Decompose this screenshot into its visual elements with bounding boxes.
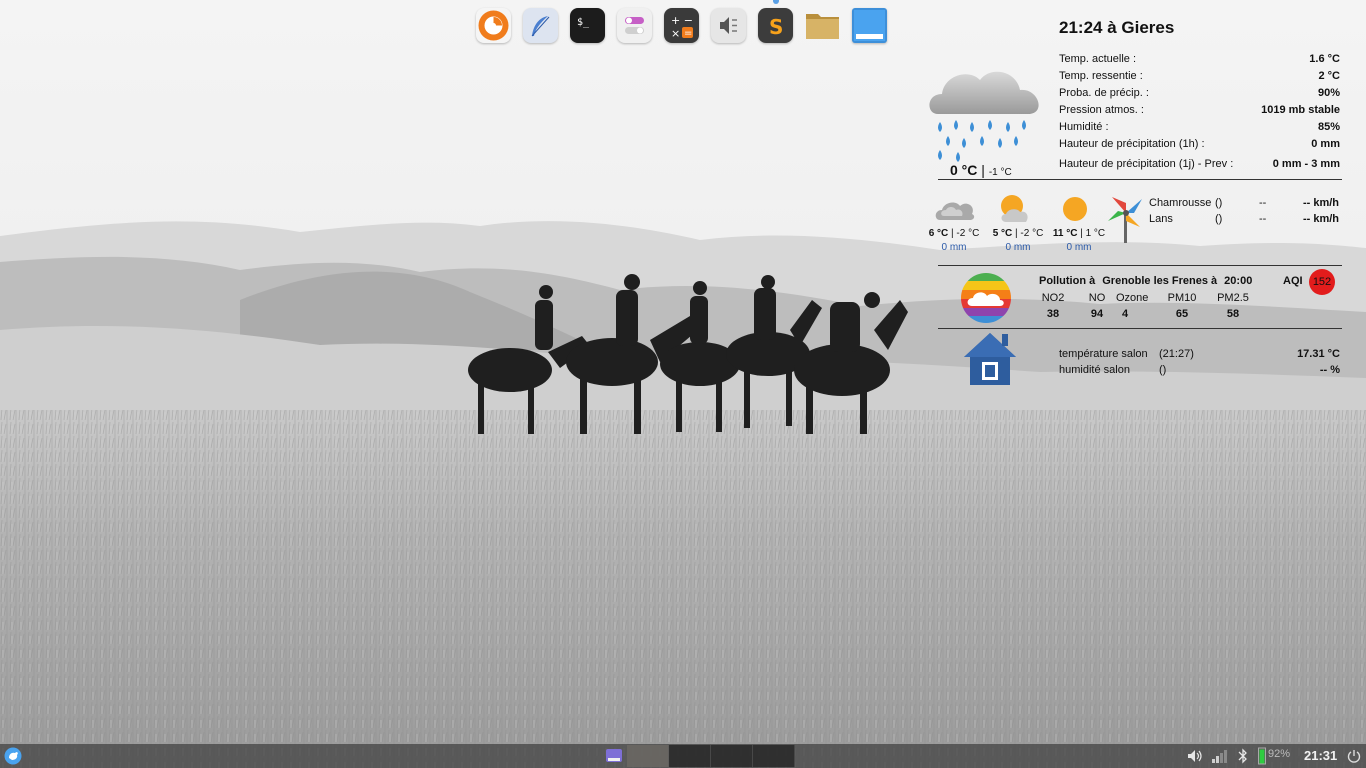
firefox-icon	[478, 10, 509, 41]
current-conditions: Temp. actuelle : 1.6 °C Temp. ressentie …	[1059, 50, 1340, 172]
feather-icon	[531, 16, 550, 37]
svg-text:×: ×	[671, 27, 680, 40]
wind-station-row: Chamrousse () -- -- km/h	[1149, 197, 1339, 209]
sunny-icon	[1063, 197, 1087, 221]
humidity-row: Humidité : 85%	[1059, 120, 1340, 133]
forecast-day-3: 11 °C | 1 °C 0 mm	[1052, 228, 1106, 253]
workspace-4[interactable]	[753, 745, 795, 767]
pollution-header: Pollution à Grenoble les Frenes à 20:00	[1039, 275, 1253, 287]
pinwheel-wind-icon	[1108, 197, 1142, 243]
file-manager-launcher[interactable]	[805, 8, 840, 43]
house-icon	[964, 333, 1016, 385]
divider	[938, 265, 1342, 266]
home-sensor-row: température salon (21:27) 17.31 °C	[1059, 348, 1340, 360]
feels-like-row: Temp. ressentie : 2 °C	[1059, 69, 1340, 82]
svg-text:=: =	[684, 28, 692, 39]
volume-icon[interactable]	[1187, 749, 1203, 763]
pollutant-no: NO 94	[1088, 292, 1106, 320]
precip-1d-row: Hauteur de précipitation (1j) - Prev : 0…	[1059, 157, 1340, 170]
sublime-launcher[interactable]: S	[758, 8, 793, 43]
battery-percent: 92%	[1268, 748, 1291, 760]
workspace-3[interactable]	[711, 745, 753, 767]
window-app-launcher[interactable]	[852, 8, 887, 43]
sound-launcher[interactable]	[711, 8, 746, 43]
pressure-row: Pression atmos. : 1019 mb stable	[1059, 103, 1340, 116]
divider	[938, 328, 1342, 329]
partly-sunny-icon	[1001, 195, 1028, 222]
svg-text:S: S	[769, 15, 783, 39]
calculator-icon: + − × =	[671, 14, 693, 40]
rain-cloud-icon	[929, 71, 1039, 162]
home-sensors: température salon (21:27) 17.31 °C humid…	[1059, 346, 1340, 378]
speaker-mute-icon	[720, 17, 737, 34]
calculator-launcher[interactable]: + − × =	[664, 8, 699, 43]
toggles-launcher[interactable]	[617, 8, 652, 43]
svg-text:+ −: + −	[671, 14, 693, 27]
precip-1h-row: Hauteur de précipitation (1h) : 0 mm	[1059, 137, 1340, 150]
pollutant-no2: NO2 38	[1041, 292, 1065, 320]
sublime-icon: S	[769, 15, 783, 39]
location-clock: 21:24 à Gieres	[1059, 18, 1175, 37]
app-menu-button[interactable]	[4, 747, 22, 765]
forecast-day-1: 6 °C | -2 °C 0 mm	[928, 228, 980, 253]
precip-prob-row: Proba. de précip. : 90%	[1059, 86, 1340, 99]
battery-icon[interactable]	[1258, 747, 1266, 765]
current-temp-row: Temp. actuelle : 1.6 °C	[1059, 52, 1340, 65]
workspace-1[interactable]	[627, 745, 669, 767]
workspace-switcher	[627, 745, 795, 767]
aqi-badge: 152	[1309, 269, 1335, 295]
cloudy-icon	[935, 202, 975, 220]
wind-station-row: Lans () -- -- km/h	[1149, 213, 1339, 225]
window-icon	[854, 10, 885, 41]
taskbar-window-icon[interactable]	[605, 747, 623, 765]
pollutant-pm10: PM10 65	[1167, 292, 1197, 320]
firefox-launcher[interactable]	[476, 8, 511, 43]
current-temperature: 0 °C | -1 °C	[950, 162, 1012, 178]
bluetooth-icon[interactable]	[1238, 748, 1248, 764]
pollutant-pm25: PM2.5 58	[1217, 292, 1249, 320]
aqi-label: AQI	[1283, 275, 1303, 287]
app-dock: $_ + − × = S	[476, 8, 887, 43]
home-sensor-row: humidité salon () -- %	[1059, 364, 1340, 376]
network-signal-icon[interactable]	[1211, 749, 1227, 763]
power-icon[interactable]	[1347, 749, 1361, 763]
folder-icon	[806, 14, 839, 39]
workspace-2[interactable]	[669, 745, 711, 767]
panel-clock[interactable]: 21:31	[1304, 748, 1337, 763]
terminal-launcher[interactable]: $_	[570, 8, 605, 43]
divider	[938, 179, 1342, 180]
toggles-icon	[625, 17, 644, 34]
wind-stations: Chamrousse () -- -- km/h Lans () -- -- k…	[1149, 195, 1339, 227]
pollution-rainbow-icon	[961, 273, 1011, 323]
pollutant-ozone: Ozone 4	[1116, 292, 1149, 320]
taskbar: 92% 21:31	[0, 744, 1366, 768]
svg-text:$_: $_	[577, 17, 590, 28]
forecast-day-2: 5 °C | -2 °C 0 mm	[992, 228, 1044, 253]
feather-editor-launcher[interactable]	[523, 8, 558, 43]
terminal-icon: $_	[577, 17, 590, 28]
